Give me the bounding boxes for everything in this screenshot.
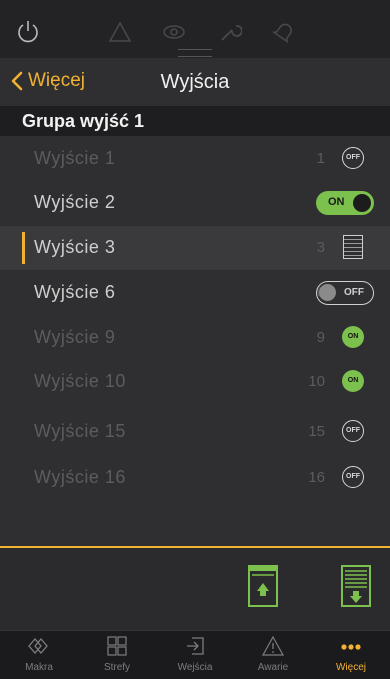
toggle-label: OFF xyxy=(344,287,364,298)
output-name: Wyjście 16 xyxy=(34,467,126,487)
output-number: 3 xyxy=(316,239,325,256)
output-name: Wyjście 9 xyxy=(34,327,116,347)
tab-makra[interactable]: Makra xyxy=(0,630,78,678)
tab-label: Awarie xyxy=(257,662,289,673)
macro-icon xyxy=(28,638,48,654)
page-title: Wyjścia xyxy=(160,71,230,93)
tab-label: Więcej xyxy=(335,662,366,673)
output-name: Wyjście 2 xyxy=(34,192,116,212)
eye-icon xyxy=(163,25,185,39)
on-state-icon[interactable]: ON xyxy=(342,326,364,348)
output-row[interactable]: Wyjście 2 2 ON xyxy=(0,181,390,225)
output-name: Wyjście 15 xyxy=(34,421,126,441)
bell-icon xyxy=(272,23,292,44)
shutter-icon[interactable] xyxy=(343,235,363,259)
selection-indicator xyxy=(22,232,25,264)
tab-strefy[interactable]: Strefy xyxy=(78,630,156,678)
output-name: Wyjście 6 xyxy=(34,282,116,302)
group-title: Grupa wyjść 1 xyxy=(22,111,145,131)
off-state-icon[interactable]: OFF xyxy=(342,147,364,169)
tab-label: Makra xyxy=(25,662,53,673)
zones-icon xyxy=(107,636,127,656)
power-icon[interactable] xyxy=(14,18,42,46)
alarm-warning-icon xyxy=(108,21,132,42)
action-bar xyxy=(0,548,390,630)
output-name: Wyjście 3 xyxy=(34,237,116,257)
output-toggle[interactable]: OFF xyxy=(316,281,374,305)
tab-label: Wejścia xyxy=(177,662,213,673)
output-row[interactable]: Wyjście 10 10 ON xyxy=(0,360,390,404)
warning-icon xyxy=(261,635,285,656)
inputs-icon xyxy=(187,637,204,655)
shutter-up-button[interactable] xyxy=(248,565,278,607)
navigation-bar: Więcej Wyjścia xyxy=(0,58,390,107)
group-header: Grupa wyjść 1 xyxy=(0,106,390,136)
tab-wejscia[interactable]: Wejścia xyxy=(156,630,234,678)
tab-awarie[interactable]: Awarie xyxy=(234,630,312,678)
output-row[interactable]: Wyjście 9 9 ON xyxy=(0,316,390,360)
shutter-down-button[interactable] xyxy=(341,565,371,607)
output-number: 9 xyxy=(316,329,325,346)
wrench-icon xyxy=(221,25,242,41)
off-state-icon[interactable]: OFF xyxy=(342,420,364,442)
output-row[interactable]: Wyjście 6 6 OFF xyxy=(0,271,390,315)
toggle-knob xyxy=(353,194,371,212)
tab-wiecej[interactable]: Więcej xyxy=(312,630,390,678)
output-row[interactable]: Wyjście 1 1 OFF xyxy=(0,137,390,181)
toggle-label: ON xyxy=(328,196,345,208)
status-toolbar xyxy=(0,0,390,58)
more-icon xyxy=(341,644,361,650)
output-number: 15 xyxy=(308,423,325,440)
output-row[interactable]: Wyjście 16 16 OFF xyxy=(0,456,390,500)
tab-label: Strefy xyxy=(103,662,131,673)
output-number: 16 xyxy=(308,469,325,486)
output-number: 1 xyxy=(316,150,325,167)
output-name: Wyjście 10 xyxy=(34,371,126,391)
off-state-icon[interactable]: OFF xyxy=(342,466,364,488)
output-row-selected[interactable]: Wyjście 3 3 xyxy=(0,226,390,270)
toggle-knob xyxy=(319,284,336,301)
output-toggle[interactable]: ON xyxy=(316,191,374,215)
drag-handle[interactable] xyxy=(178,49,212,57)
output-name: Wyjście 1 xyxy=(34,148,116,168)
on-state-icon[interactable]: ON xyxy=(342,370,364,392)
output-row[interactable]: Wyjście 15 15 OFF xyxy=(0,410,390,454)
output-number: 10 xyxy=(308,373,325,390)
